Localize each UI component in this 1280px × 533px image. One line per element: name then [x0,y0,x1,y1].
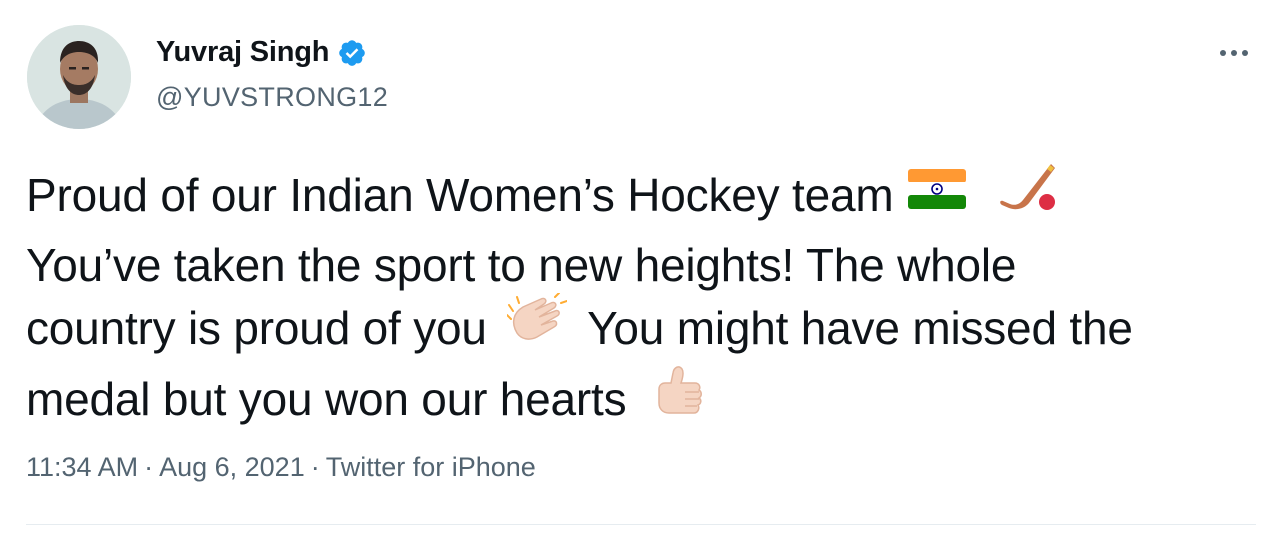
separator: · [144,452,154,482]
india-flag-icon [906,164,968,227]
tweet-line: medal but you won our hearts [26,366,1266,439]
field-hockey-icon [995,160,1057,230]
tweet-text: Proud of our Indian Women’s Hockey team [26,164,1266,439]
thumbs-up-icon [651,363,705,435]
tweet-line: Proud of our Indian Women’s Hockey team [26,164,1266,234]
tweet-text-segment: medal but you won our hearts [26,373,627,426]
more-dot [1242,50,1248,56]
author-avatar[interactable] [27,25,131,129]
verified-badge-icon [337,38,367,68]
tweet-line: country is proud of you You might have m… [26,292,1266,367]
tweet-text-segment: country is proud of you [26,302,487,355]
clapping-hands-icon [506,292,569,363]
separator: · [310,452,320,482]
tweet-text-segment: You’ve taken the sport to new heights! T… [26,239,1017,291]
tweet-line: You’ve taken the sport to new heights! T… [26,234,1266,297]
more-horizontal-icon [1220,50,1226,56]
tweet-source-link[interactable]: Twitter for iPhone [326,452,536,482]
author-name[interactable]: Yuvraj Singh [156,36,329,69]
author-handle[interactable]: @YUVSTRONG12 [156,82,388,113]
tweet-text-segment: You might have missed the [587,302,1133,355]
tweet-card: Yuvraj Singh @YUVSTRONG12 Proud of our I… [0,0,1280,533]
tweet-text-segment: Proud of our Indian Women’s Hockey team [26,169,894,222]
tweet-metadata: 11:34 AM · Aug 6, 2021 · Twitter for iPhone [26,452,536,483]
tweet-date[interactable]: Aug 6, 2021 [159,452,305,482]
more-dot [1231,50,1237,56]
author-name-row[interactable]: Yuvraj Singh [156,36,367,69]
more-options-button[interactable] [1212,38,1256,68]
profile-photo-icon [27,25,131,129]
tweet-time[interactable]: 11:34 AM [26,452,138,482]
divider [26,524,1256,525]
